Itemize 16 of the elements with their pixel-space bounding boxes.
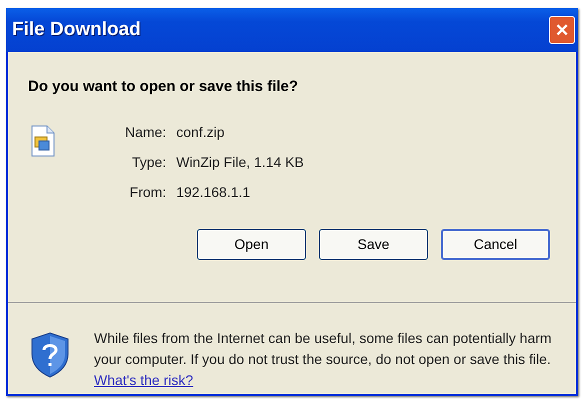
- file-icon: [30, 124, 56, 156]
- field-value: 192.168.1.1: [176, 182, 252, 202]
- field-label: Name:: [125, 122, 166, 142]
- dialog-button[interactable]: Save: [319, 228, 428, 260]
- risk-link[interactable]: What's the risk?: [94, 372, 194, 388]
- shield-icon: [30, 332, 70, 378]
- field-label: From:: [128, 182, 166, 202]
- dialog-button[interactable]: Open: [197, 228, 306, 260]
- close-button[interactable]: ✕: [549, 16, 575, 44]
- warning-text: While files from the Internet can be useful, some files can potentially harm your computer. If you do not trust the source, do not open or save this file. What's the risk?: [94, 329, 553, 390]
- question-text: Do you want to open or save this file?: [28, 77, 300, 97]
- field-value: conf.zip: [176, 122, 226, 142]
- dialog-button[interactable]: Cancel: [441, 228, 550, 260]
- field-value: WinZip File, 1.14 KB: [176, 152, 304, 172]
- field-label: Type:: [130, 152, 166, 172]
- window-title: File Download: [12, 18, 141, 42]
